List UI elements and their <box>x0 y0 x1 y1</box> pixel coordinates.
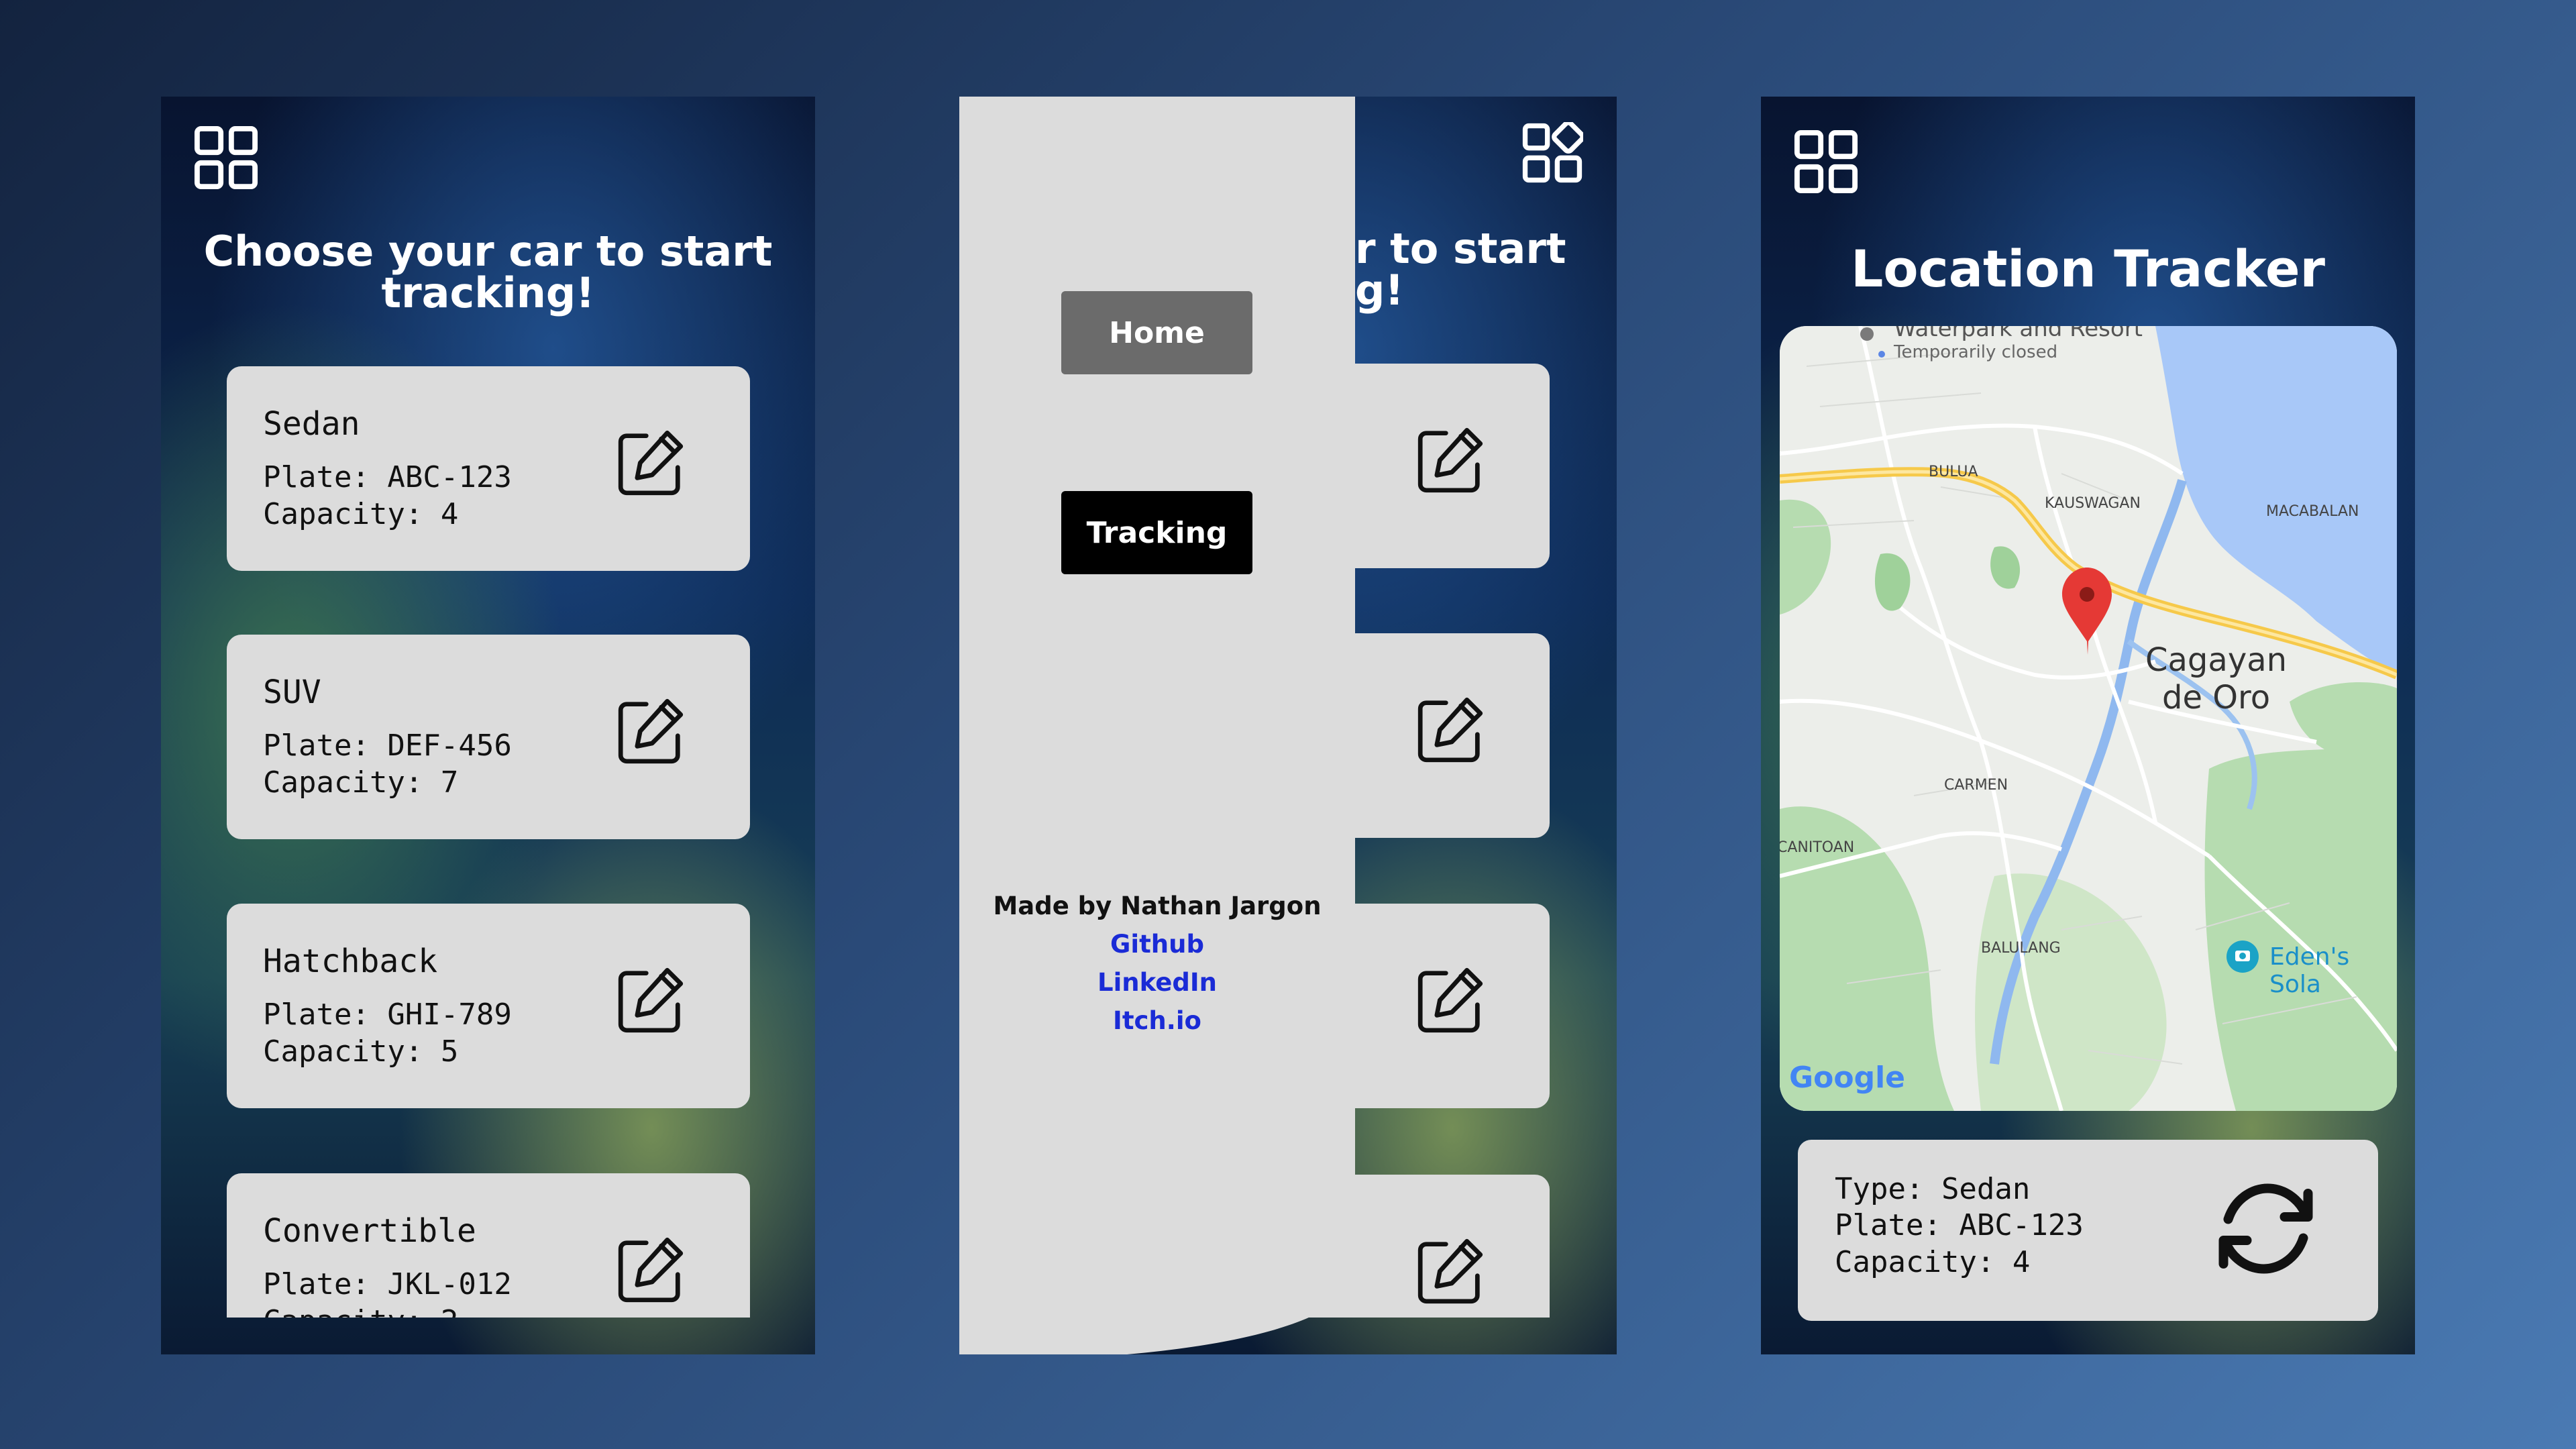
map-label-kauswagan: KAUSWAGAN <box>2045 495 2141 512</box>
drawer-bottom-curve <box>959 1103 1355 1354</box>
location-tracker-screen: Location Tracker Waterpark and Resort Te… <box>1761 97 2415 1354</box>
google-logo: Google <box>1789 1061 1905 1095</box>
home-button[interactable]: Home <box>1061 291 1252 374</box>
map-label-city: Cagayan de Oro <box>2145 641 2288 716</box>
car-plate: Plate: ABC-123 <box>263 460 512 494</box>
car-plate: Plate: DEF-456 <box>263 729 512 763</box>
refresh-icon[interactable] <box>2207 1170 2324 1287</box>
edit-icon[interactable] <box>613 425 688 500</box>
car-type: Sedan <box>263 405 360 443</box>
car-capacity: Capacity: 5 <box>263 1034 459 1069</box>
edit-icon[interactable] <box>613 694 688 769</box>
car-type: SUV <box>263 674 321 711</box>
car-card-hatchback[interactable]: Hatchback Plate: GHI-789 Capacity: 5 <box>227 904 750 1108</box>
itch-link[interactable]: Itch.io <box>959 1006 1355 1035</box>
linkedin-link[interactable]: LinkedIn <box>959 968 1355 997</box>
car-card-sedan[interactable]: Sedan Plate: ABC-123 Capacity: 4 <box>227 366 750 571</box>
car-type: Convertible <box>263 1212 476 1250</box>
edit-icon[interactable] <box>1413 963 1488 1038</box>
tracking-button[interactable]: Tracking <box>1061 491 1252 574</box>
edit-icon[interactable] <box>1413 1234 1488 1309</box>
info-type: Type: Sedan <box>1835 1172 2031 1206</box>
car-type: Hatchback <box>263 943 438 980</box>
map-label-balulang: BALULANG <box>1981 940 2061 957</box>
info-plate: Plate: ABC-123 <box>1835 1208 2084 1242</box>
edit-icon[interactable] <box>1413 423 1488 498</box>
car-plate: Plate: JKL-012 <box>263 1267 512 1301</box>
car-capacity: Capacity: 2 <box>263 1304 458 1318</box>
page-title: Location Tracker <box>1851 239 2325 299</box>
tracking-info-card: Type: Sedan Plate: ABC-123 Capacity: 4 <box>1798 1140 2378 1321</box>
map-label-carmen: CARMEN <box>1944 777 2008 794</box>
car-card-convertible[interactable]: Convertible Plate: JKL-012 Capacity: 2 <box>227 1173 750 1318</box>
car-card-suv[interactable]: SUV Plate: DEF-456 Capacity: 7 <box>227 635 750 839</box>
map-label-canitoan: CANITOAN <box>1780 839 1855 856</box>
car-capacity: Capacity: 4 <box>263 497 459 531</box>
github-link[interactable]: Github <box>959 930 1355 959</box>
car-selection-screen: Choose your car to start tracking! Sedan… <box>161 97 815 1354</box>
map-view[interactable]: Waterpark and Resort Temporarily closed … <box>1780 326 2397 1111</box>
drawer-open-screen: r to start g! Home Tracking Made by Nath… <box>959 97 1617 1354</box>
nav-drawer: Home Tracking Made by Nathan Jargon Gith… <box>959 97 1355 1103</box>
car-plate: Plate: GHI-789 <box>263 998 512 1032</box>
edit-icon[interactable] <box>1413 692 1488 767</box>
credits-made-by: Made by Nathan Jargon <box>993 892 1322 920</box>
map-label-poi-status: Temporarily closed <box>1894 342 2058 362</box>
car-capacity: Capacity: 7 <box>263 765 459 800</box>
info-capacity: Capacity: 4 <box>1835 1245 2031 1279</box>
map-label-eden: Eden's Sola <box>2269 943 2350 998</box>
map-label-macabalan: MACABALAN <box>2266 503 2359 520</box>
grid-menu-icon[interactable] <box>1793 129 1859 195</box>
map-label-poi-top: Waterpark and Resort <box>1894 326 2143 342</box>
edit-icon[interactable] <box>613 1232 688 1307</box>
edit-icon[interactable] <box>613 963 688 1038</box>
car-list: Sedan Plate: ABC-123 Capacity: 4 SUV Pla… <box>161 97 815 1318</box>
map-label-bulua: BULUA <box>1929 464 1978 480</box>
